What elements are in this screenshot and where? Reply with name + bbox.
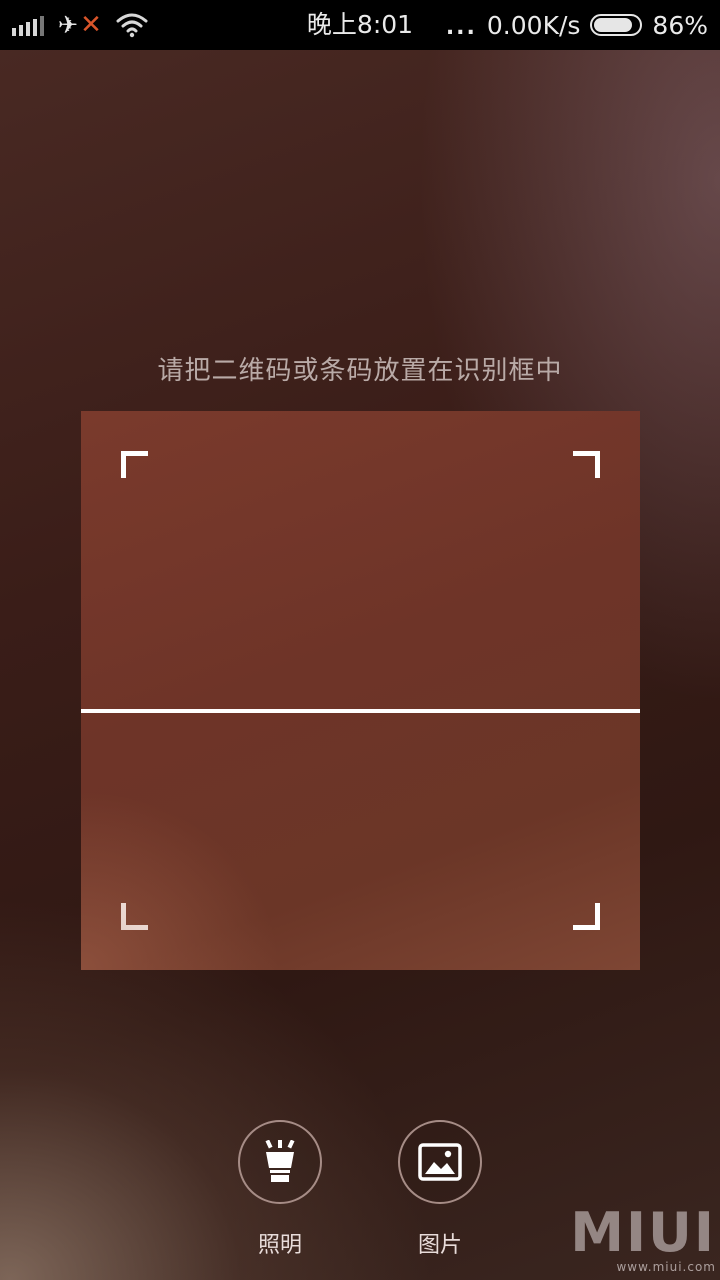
network-speed: 0.00K/s [486, 10, 581, 40]
more-notifications-icon: ... [445, 14, 477, 40]
flashlight-icon [265, 1140, 295, 1182]
scan-corner-bottom-left [121, 903, 148, 930]
scan-hint: 请把二维码或条码放置在识别框中 [157, 356, 563, 386]
miui-logo: MIUI [570, 1201, 716, 1264]
photo-label[interactable]: 图片 [398, 1227, 482, 1259]
status-bar: ✈ ✕ 晚上8:01 ... 0.00K/s 86% [0, 0, 720, 50]
battery-percent: 86% [652, 10, 708, 40]
scan-line [81, 709, 640, 713]
battery-icon [590, 14, 643, 36]
light-label[interactable]: 照明 [238, 1227, 322, 1259]
scan-frame [81, 411, 640, 970]
status-right: ... 0.00K/s 86% [446, 0, 708, 50]
photo-button[interactable] [398, 1120, 482, 1204]
battery-level [594, 18, 633, 32]
image-icon [418, 1143, 462, 1181]
light-button[interactable] [238, 1120, 322, 1204]
scan-corner-top-right [573, 451, 600, 478]
scan-corner-bottom-right [573, 903, 600, 930]
scan-corner-top-left [121, 451, 148, 478]
miui-watermark: MIUI www.miui.com [570, 1201, 716, 1275]
